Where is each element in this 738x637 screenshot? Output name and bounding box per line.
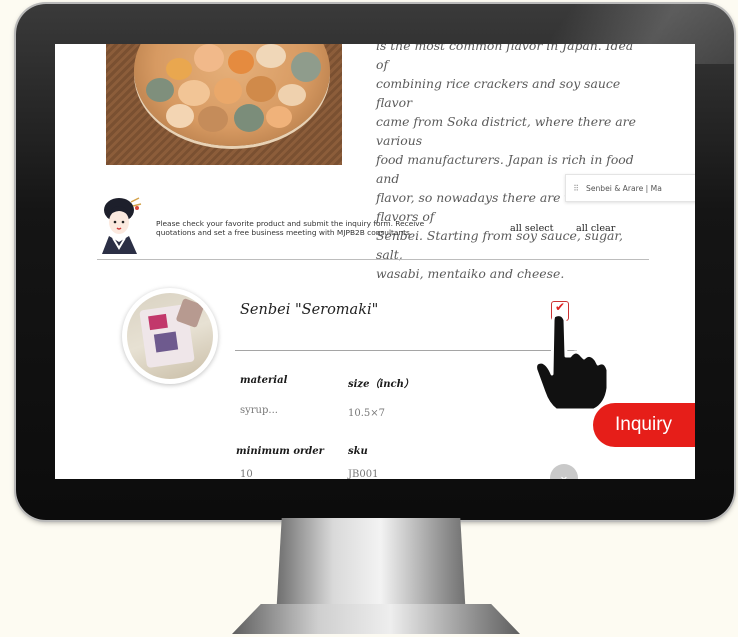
package-label xyxy=(153,331,179,353)
all-clear-button[interactable]: all clear xyxy=(576,223,615,234)
category-tab-label: Senbei & Arare | Ma xyxy=(586,183,662,193)
section-divider xyxy=(97,259,649,260)
monitor-stand-base xyxy=(232,604,520,634)
hand-pointer-icon xyxy=(534,313,610,412)
category-float-tab[interactable]: ⠿ Senbei & Arare | Ma xyxy=(565,174,695,202)
spec-sku-label: sku xyxy=(348,446,368,457)
cracker xyxy=(246,76,276,102)
product-photo xyxy=(127,293,213,379)
spec-min-order-label: minimum order xyxy=(236,446,324,457)
cracker xyxy=(278,84,306,106)
senbei-photo xyxy=(106,44,342,165)
package-label xyxy=(148,313,168,331)
spec-sku-value: JB001 xyxy=(348,469,379,479)
cracker xyxy=(214,78,242,104)
cracker xyxy=(194,44,224,72)
monitor-stand-neck xyxy=(276,518,466,618)
spec-size-label: size（inch） xyxy=(348,379,414,390)
cracker xyxy=(256,44,286,68)
spec-material-value: syrup... xyxy=(240,405,278,416)
grip-icon[interactable]: ⠿ xyxy=(566,184,586,193)
cracker xyxy=(198,106,228,132)
cracker xyxy=(166,104,194,128)
cracker xyxy=(234,104,264,132)
intro-line: combining rice crackers and soy sauce fl… xyxy=(376,76,621,110)
check-message: Please check your favorite product and s… xyxy=(156,219,425,237)
cracker xyxy=(146,78,174,102)
screen: is the most common flavor in Japan. Idea… xyxy=(55,44,695,479)
intro-line: came from Soka district, where there are… xyxy=(376,114,636,148)
chevron-down-icon[interactable]: ⌄ xyxy=(550,464,578,479)
cracker xyxy=(266,106,292,128)
product-name: Senbei "Seromaki" xyxy=(240,302,379,318)
cracker xyxy=(178,80,210,106)
spec-material-label: material xyxy=(240,375,288,386)
spec-size-value: 10.5×7 xyxy=(348,408,386,419)
geisha-avatar-icon xyxy=(102,197,142,254)
intro-line: wasabi, mentaiko and cheese. xyxy=(376,266,565,281)
all-select-button[interactable]: all select xyxy=(510,223,553,234)
spec-min-order-value: 10 xyxy=(240,469,253,479)
product-divider xyxy=(235,350,577,351)
product-image[interactable] xyxy=(122,288,218,384)
intro-line: is the most common flavor in Japan. Idea… xyxy=(376,44,634,72)
cracker xyxy=(291,52,321,82)
intro-text: is the most common flavor in Japan. Idea… xyxy=(376,44,648,283)
cracker xyxy=(166,58,192,80)
cracker xyxy=(228,50,254,74)
